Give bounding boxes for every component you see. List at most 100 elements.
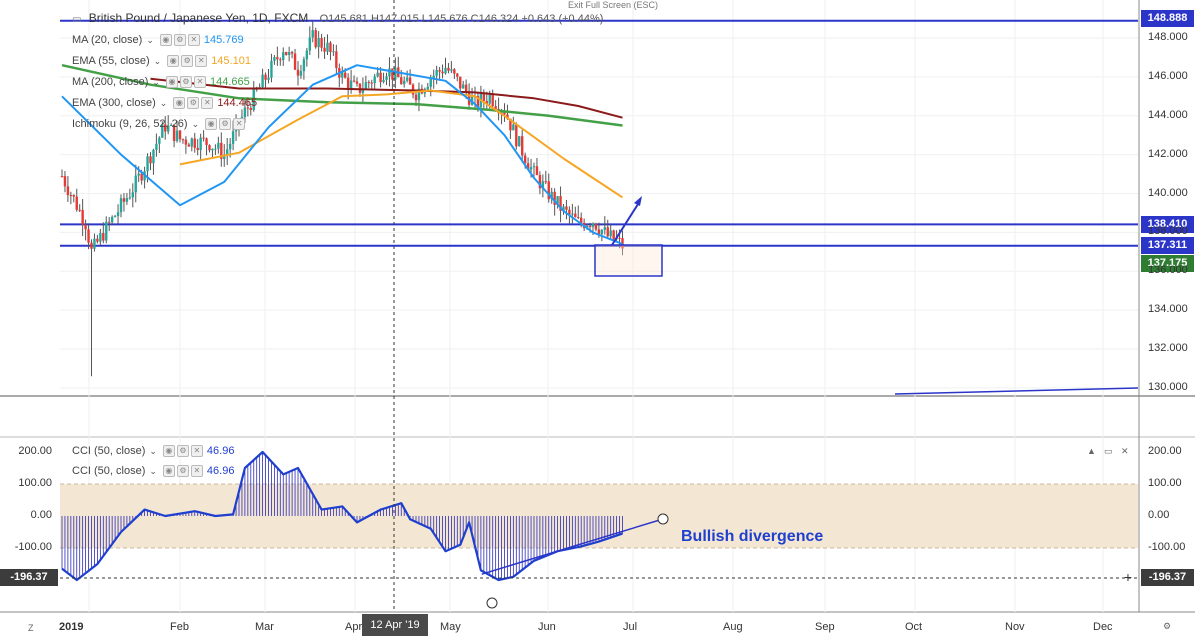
- bullish-arrow-shaft: [611, 200, 641, 246]
- candle-body-30: [149, 156, 152, 164]
- candle-body-39: [175, 130, 179, 141]
- chevron-down-icon[interactable]: ⌄: [160, 98, 168, 109]
- candle-body-12: [96, 238, 99, 242]
- candle-body-87: [317, 37, 320, 48]
- candle-body-117: [405, 77, 409, 81]
- legend-row-4[interactable]: Ichimoku (9, 26, 52, 26) ⌄ ◉ ⚙ ✕: [72, 116, 249, 132]
- candle-body-146: [491, 94, 494, 107]
- close-icon[interactable]: ✕: [195, 55, 208, 67]
- time-tick-label: Feb: [170, 621, 189, 633]
- candle-body-47: [199, 137, 202, 151]
- settings-icon[interactable]: ⚙: [187, 97, 200, 109]
- candle-body-164: [544, 181, 547, 183]
- settings-gear-icon[interactable]: ⚙: [1163, 621, 1171, 632]
- price-tick-label: 138.000: [1148, 225, 1188, 238]
- divergence-anchor-end: [657, 513, 669, 525]
- candle-body-57: [228, 143, 232, 150]
- cci-tick-label-right: -100.00: [1148, 541, 1186, 553]
- chevron-down-icon[interactable]: ⌄: [152, 77, 160, 88]
- candle-body-189: [618, 237, 621, 239]
- candle-body-83: [305, 50, 309, 60]
- candle-body-110: [385, 76, 388, 80]
- chevron-down-icon[interactable]: ⌄: [154, 56, 162, 67]
- cci-legend-row-0[interactable]: CCI (50, close) ⌄ ◉ ⚙ ✕ 46.96: [72, 443, 234, 459]
- candle-body-179: [588, 226, 592, 228]
- eye-icon[interactable]: ◉: [165, 76, 178, 88]
- cci-legend-row-1[interactable]: CCI (50, close) ⌄ ◉ ⚙ ✕ 46.96: [72, 463, 234, 479]
- eye-icon[interactable]: ◉: [162, 445, 175, 457]
- zoom-icon[interactable]: Z: [28, 623, 34, 633]
- legend-row-2[interactable]: MA (200, close) ⌄ ◉ ⚙ ✕ 144.665: [72, 74, 250, 90]
- close-icon[interactable]: ✕: [187, 34, 200, 46]
- cci-tick-label-right: 200.00: [1148, 445, 1182, 457]
- candle-body-143: [482, 93, 486, 101]
- symbol-name: British Pound / Japanese Yen, 1D, FXCM: [88, 11, 309, 25]
- eye-icon[interactable]: ◉: [159, 34, 172, 46]
- menu-icon[interactable]: ▭: [72, 14, 81, 25]
- chevron-down-icon[interactable]: ⌄: [192, 119, 200, 130]
- pane-up-icon[interactable]: ▲: [1087, 446, 1096, 456]
- eye-icon[interactable]: ◉: [162, 465, 175, 477]
- price-tick-label: 142.000: [1148, 147, 1188, 160]
- cci-tick-label-left: 200.00: [18, 445, 52, 457]
- candle-body-108: [379, 72, 382, 83]
- legend-row-0[interactable]: MA (20, close) ⌄ ◉ ⚙ ✕ 145.769: [72, 32, 244, 48]
- candle-body-89: [323, 47, 326, 52]
- candle-body-120: [414, 94, 418, 101]
- candle-body-93: [335, 51, 338, 69]
- price-tick-label: 146.000: [1148, 69, 1188, 82]
- candle-body-49: [205, 138, 208, 146]
- candle-body-52: [214, 148, 217, 150]
- eye-icon[interactable]: ◉: [205, 118, 218, 130]
- price-tick-label: 140.000: [1148, 186, 1188, 199]
- close-icon[interactable]: ✕: [233, 118, 246, 130]
- candle-body-174: [574, 213, 577, 218]
- candle-body-48: [202, 137, 205, 139]
- candle-body-50: [208, 145, 211, 151]
- trend-line: [894, 387, 1139, 395]
- candle-body-173: [571, 213, 574, 215]
- pane-close-icon[interactable]: ✕: [1121, 446, 1129, 457]
- pane-maximize-icon[interactable]: ▭: [1104, 446, 1113, 457]
- close-icon[interactable]: ✕: [201, 97, 214, 109]
- candle-body-24: [131, 192, 134, 198]
- settings-icon[interactable]: ⚙: [176, 465, 189, 477]
- exit-fullscreen-hint[interactable]: Exit Full Screen (ESC): [568, 0, 658, 10]
- candle-body-86: [314, 30, 317, 48]
- settings-icon[interactable]: ⚙: [176, 445, 189, 457]
- chevron-down-icon[interactable]: ⌄: [146, 35, 154, 46]
- cci-cursor-value-left: -196.37: [0, 569, 58, 586]
- settings-icon[interactable]: ⚙: [179, 76, 192, 88]
- eye-icon[interactable]: ◉: [167, 55, 180, 67]
- close-icon[interactable]: ✕: [190, 445, 203, 457]
- consolidation-box: [594, 244, 663, 277]
- candle-body-145: [488, 94, 491, 104]
- legend-row-3[interactable]: EMA (300, close) ⌄ ◉ ⚙ ✕ 144.465: [72, 95, 257, 111]
- candle-body-77: [287, 52, 291, 55]
- legend-name: Ichimoku (9, 26, 52, 26): [72, 118, 188, 130]
- candle-body-0: [60, 176, 64, 178]
- settings-icon[interactable]: ⚙: [181, 55, 194, 67]
- close-icon[interactable]: ✕: [190, 465, 203, 477]
- settings-icon[interactable]: ⚙: [173, 34, 186, 46]
- candle-body-92: [332, 51, 335, 53]
- chevron-down-icon[interactable]: ⌄: [149, 466, 157, 477]
- candle-body-41: [181, 139, 185, 141]
- candle-body-115: [400, 77, 403, 85]
- chevron-down-icon[interactable]: ⌄: [149, 446, 157, 457]
- candle-body-13: [99, 233, 102, 242]
- candle-body-116: [403, 80, 406, 85]
- cci-cursor-value-right: -196.37: [1141, 569, 1194, 586]
- close-icon[interactable]: ✕: [193, 76, 206, 88]
- settings-icon[interactable]: ⚙: [219, 118, 232, 130]
- candle-body-3: [69, 195, 73, 197]
- legend-value: 145.769: [203, 34, 244, 46]
- candle-body-154: [515, 124, 518, 147]
- cci-tick-label-right: 0.00: [1148, 509, 1170, 521]
- candle-body-136: [462, 84, 465, 89]
- candle-body-131: [447, 67, 450, 71]
- candle-body-112: [391, 68, 394, 80]
- candle-body-157: [523, 155, 527, 164]
- legend-row-1[interactable]: EMA (55, close) ⌄ ◉ ⚙ ✕ 145.101: [72, 53, 251, 69]
- eye-icon[interactable]: ◉: [173, 97, 186, 109]
